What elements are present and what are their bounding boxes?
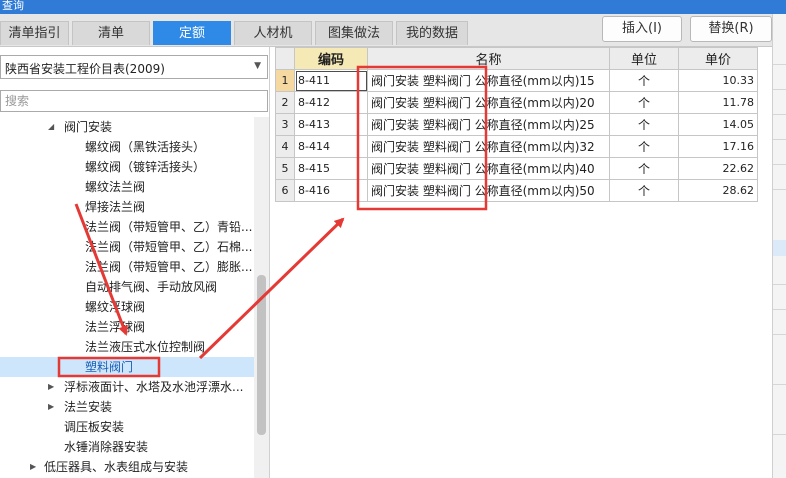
window-title: 查询 xyxy=(2,0,24,12)
code-cell[interactable]: 8-412 xyxy=(294,91,368,114)
column-header-code[interactable]: 编码 xyxy=(294,47,368,70)
tree-node[interactable]: 法兰液压式水位控制阀 xyxy=(85,337,205,357)
code-cell[interactable]: 8-415 xyxy=(294,157,368,180)
table-row[interactable]: 3 8-413 阀门安装 塑料阀门 公称直径(mm以内)25 个 14.05 xyxy=(275,113,758,136)
replace-button[interactable]: 替换(R) xyxy=(690,16,772,42)
name-cell[interactable]: 阀门安装 塑料阀门 公称直径(mm以内)32 xyxy=(367,135,610,158)
code-cell[interactable]: 8-414 xyxy=(294,135,368,158)
insert-button[interactable]: 插入(I) xyxy=(602,16,682,42)
unit-cell[interactable]: 个 xyxy=(609,113,679,136)
expanded-triangle-icon[interactable]: ◢ xyxy=(48,117,54,137)
column-header-price[interactable]: 单价 xyxy=(678,47,758,70)
column-header-unit[interactable]: 单位 xyxy=(609,47,679,70)
tab-atlas-method[interactable]: 图集做法 xyxy=(315,21,393,45)
tree-node[interactable]: 水锤消除器安装 xyxy=(64,437,148,457)
tree-node[interactable]: 法兰阀（带短管甲、乙）石棉... xyxy=(85,237,252,257)
row-number[interactable]: 2 xyxy=(275,91,295,114)
name-cell[interactable]: 阀门安装 塑料阀门 公称直径(mm以内)50 xyxy=(367,179,610,202)
tree-node[interactable]: 法兰阀（带短管甲、乙）青铅... xyxy=(85,217,252,237)
table-row[interactable]: 6 8-416 阀门安装 塑料阀门 公称直径(mm以内)50 个 28.62 xyxy=(275,179,758,202)
window-titlebar: 查询 xyxy=(0,0,786,14)
price-cell[interactable]: 11.78 xyxy=(678,91,758,114)
table-row[interactable]: 2 8-412 阀门安装 塑料阀门 公称直径(mm以内)20 个 11.78 xyxy=(275,91,758,114)
tree-node[interactable]: 法兰阀（带短管甲、乙）膨胀... xyxy=(85,257,252,277)
library-select-value: 陕西省安装工程价目表(2009) xyxy=(5,62,165,76)
code-cell[interactable]: 8-416 xyxy=(294,179,368,202)
chapter-tree: ◢ 阀门安装 螺纹阀（黑铁活接头） 螺纹阀（镀锌活接头） 螺纹法兰阀 焊接法兰阀… xyxy=(0,117,254,478)
tree-node[interactable]: 螺纹阀（镀锌活接头） xyxy=(85,157,205,177)
name-cell[interactable]: 阀门安装 塑料阀门 公称直径(mm以内)40 xyxy=(367,157,610,180)
tree-node[interactable]: 法兰浮球阀 xyxy=(85,317,145,337)
dropdown-arrow-icon[interactable]: ▼ xyxy=(254,61,261,71)
tree-node[interactable]: 螺纹阀（黑铁活接头） xyxy=(85,137,205,157)
tree-scrollbar[interactable] xyxy=(254,117,269,478)
table-row[interactable]: 4 8-414 阀门安装 塑料阀门 公称直径(mm以内)32 个 17.16 xyxy=(275,135,758,158)
price-cell[interactable]: 17.16 xyxy=(678,135,758,158)
price-cell[interactable]: 10.33 xyxy=(678,69,758,92)
unit-cell[interactable]: 个 xyxy=(609,157,679,180)
tree-node[interactable]: 焊接法兰阀 xyxy=(85,197,145,217)
price-cell[interactable]: 14.05 xyxy=(678,113,758,136)
collapsed-triangle-icon[interactable]: ▶ xyxy=(30,457,36,477)
tree-node-plastic-valve[interactable]: 塑料阀门 xyxy=(0,357,254,377)
background-window-edge xyxy=(772,14,786,478)
tab-labor-materials[interactable]: 人材机 xyxy=(234,21,312,45)
row-number[interactable]: 6 xyxy=(275,179,295,202)
tab-list[interactable]: 清单 xyxy=(72,21,150,45)
tree-node[interactable]: 调压板安装 xyxy=(64,417,124,437)
tab-quota[interactable]: 定额 xyxy=(153,21,231,45)
unit-cell[interactable]: 个 xyxy=(609,179,679,202)
table-header-row: 编码 名称 单位 单价 xyxy=(275,47,758,70)
name-cell[interactable]: 阀门安装 塑料阀门 公称直径(mm以内)20 xyxy=(367,91,610,114)
name-cell[interactable]: 阀门安装 塑料阀门 公称直径(mm以内)15 xyxy=(367,69,610,92)
row-number[interactable]: 1 xyxy=(275,69,295,92)
table-row[interactable]: 1 8-411 阀门安装 塑料阀门 公称直径(mm以内)15 个 10.33 xyxy=(275,69,758,92)
code-cell[interactable]: 8-413 xyxy=(294,113,368,136)
collapsed-triangle-icon[interactable]: ▶ xyxy=(48,377,54,397)
price-cell[interactable]: 28.62 xyxy=(678,179,758,202)
name-cell[interactable]: 阀门安装 塑料阀门 公称直径(mm以内)25 xyxy=(367,113,610,136)
unit-cell[interactable]: 个 xyxy=(609,135,679,158)
price-cell[interactable]: 22.62 xyxy=(678,157,758,180)
code-cell[interactable]: 8-411 xyxy=(294,69,368,92)
column-header-name[interactable]: 名称 xyxy=(367,47,610,70)
tree-node[interactable]: 螺纹浮球阀 xyxy=(85,297,145,317)
scrollbar-thumb[interactable] xyxy=(257,275,266,435)
library-select[interactable]: 陕西省安装工程价目表(2009) ▼ xyxy=(0,55,268,79)
unit-cell[interactable]: 个 xyxy=(609,69,679,92)
tab-list-guide[interactable]: 清单指引 xyxy=(0,21,69,45)
tree-node[interactable]: 螺纹法兰阀 xyxy=(85,177,145,197)
tree-node[interactable]: 自动排气阀、手动放风阀 xyxy=(85,277,217,297)
row-number[interactable]: 3 xyxy=(275,113,295,136)
tab-my-data[interactable]: 我的数据 xyxy=(396,21,468,45)
unit-cell[interactable]: 个 xyxy=(609,91,679,114)
quota-library-panel: 陕西省安装工程价目表(2009) ▼ ◢ 阀门安装 螺纹阀（黑铁活接头） 螺纹阀… xyxy=(0,47,270,478)
table-row[interactable]: 5 8-415 阀门安装 塑料阀门 公称直径(mm以内)40 个 22.62 xyxy=(275,157,758,180)
quota-table: 编码 名称 单位 单价 1 8-411 阀门安装 塑料阀门 公称直径(mm以内)… xyxy=(275,47,758,202)
search-input[interactable] xyxy=(0,90,268,112)
corner-cell xyxy=(275,47,295,70)
row-number[interactable]: 4 xyxy=(275,135,295,158)
row-number[interactable]: 5 xyxy=(275,157,295,180)
collapsed-triangle-icon[interactable]: ▶ xyxy=(48,397,54,417)
